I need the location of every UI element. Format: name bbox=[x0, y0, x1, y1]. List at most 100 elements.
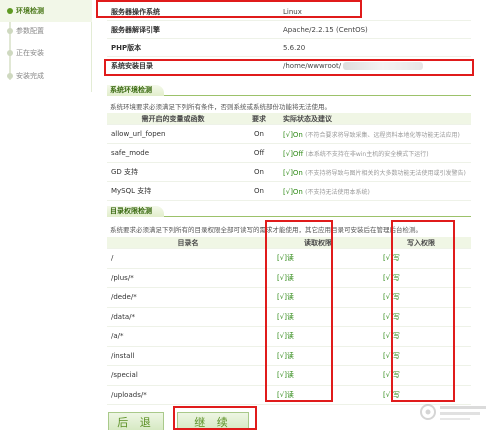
col-header: 读取权限 bbox=[304, 238, 332, 247]
install-dir-label: 系统安装目录 bbox=[111, 61, 153, 70]
dir-write: [√]写 bbox=[383, 312, 400, 321]
env-name: GD 支持 bbox=[111, 168, 139, 176]
dir-write: [√]写 bbox=[383, 351, 400, 360]
col-header: 目录名 bbox=[177, 238, 199, 247]
dir-check-title: 目录权限检测 bbox=[107, 206, 164, 217]
dir-write: [√]写 bbox=[383, 273, 400, 282]
env-note: (不支持将导致与图片相关的大多数功能无法使用或引发警告) bbox=[305, 169, 466, 177]
install-dir-value-cell: /home/wwwroot/ bbox=[279, 61, 469, 70]
dir-name: /uploads/* bbox=[111, 390, 147, 399]
step-label: 参数配置 bbox=[16, 27, 44, 35]
dir-write: [√]写 bbox=[383, 390, 400, 399]
step-dot-icon bbox=[7, 8, 13, 14]
table-row: /plus/* [√]读 [√]写 bbox=[107, 269, 471, 288]
dir-read: [√]读 bbox=[277, 390, 294, 399]
table-row: /uploads/* [√]读 [√]写 bbox=[107, 386, 471, 405]
redacted-path-blur bbox=[343, 61, 424, 70]
server-info-table: 服务器操作系统 Linux 服务器解译引擎 Apache/2.2.15 (Cen… bbox=[107, 3, 471, 75]
env-status-cell: [√]Off (本系统不支持在非win主机的安全模式下运行) bbox=[279, 149, 469, 158]
table-row: PHP版本 5.6.20 bbox=[107, 39, 471, 57]
dir-name: /data/* bbox=[111, 312, 135, 321]
server-engine-label: 服务器解译引擎 bbox=[111, 25, 160, 34]
env-req: On bbox=[254, 187, 264, 195]
table-row: GD 支持 On [√]On (不支持将导致与图片相关的大多数功能无法使用或引发… bbox=[107, 163, 471, 182]
watermark-logo-icon bbox=[420, 404, 486, 420]
table-header-row: 目录名 读取权限 写入权限 bbox=[107, 237, 471, 249]
install-steps-sidebar: 环境检测 参数配置 正在安装 安装完成 bbox=[0, 0, 92, 92]
table-header-row: 需开启的变量或函数 要求 实际状态及建议 bbox=[107, 113, 471, 125]
table-row: MySQL 支持 On [√]On (不支持无法使用本系统) bbox=[107, 182, 471, 201]
env-check-table: 需开启的变量或函数 要求 实际状态及建议 allow_url_fopen On … bbox=[107, 113, 471, 201]
env-status: [√]Off bbox=[283, 149, 304, 158]
table-row: allow_url_fopen On [√]On (不符合要求将导致采集、远程资… bbox=[107, 125, 471, 144]
table-row: / [√]读 [√]写 bbox=[107, 249, 471, 269]
table-row: 服务器操作系统 Linux bbox=[107, 3, 471, 21]
env-status: [√]On bbox=[283, 168, 303, 177]
env-name: safe_mode bbox=[111, 149, 150, 157]
step-label: 环境检测 bbox=[16, 7, 44, 15]
env-check-header: 系统环境检测 bbox=[107, 85, 471, 96]
env-req: Off bbox=[253, 149, 265, 157]
step-complete[interactable]: 安装完成 bbox=[0, 65, 92, 87]
col-header: 需开启的变量或函数 bbox=[141, 114, 205, 123]
back-button[interactable]: 后 退 bbox=[108, 412, 164, 430]
env-note: (不支持无法使用本系统) bbox=[305, 188, 370, 196]
dir-read: [√]读 bbox=[277, 273, 294, 282]
php-version-value: 5.6.20 bbox=[283, 43, 306, 52]
env-status-cell: [√]On (不支持无法使用本系统) bbox=[279, 187, 469, 196]
server-os-value: Linux bbox=[283, 7, 302, 16]
dir-name: /install bbox=[111, 351, 135, 360]
env-check-title: 系统环境检测 bbox=[107, 85, 164, 96]
dir-check-header: 目录权限检测 bbox=[107, 206, 471, 217]
table-row: 服务器解译引擎 Apache/2.2.15 (CentOS) bbox=[107, 21, 471, 39]
col-header: 写入权限 bbox=[407, 238, 435, 247]
table-row: /data/* [√]读 [√]写 bbox=[107, 308, 471, 327]
table-row: /install [√]读 [√]写 bbox=[107, 347, 471, 366]
env-note: (本系统不支持在非win主机的安全模式下运行) bbox=[305, 150, 429, 158]
table-row: /a/* [√]读 [√]写 bbox=[107, 327, 471, 347]
env-note: (不符合要求将导致采集、远程资料本地化等功能无法应用) bbox=[305, 131, 460, 139]
table-row: /dede/* [√]读 [√]写 bbox=[107, 288, 471, 308]
env-status: [√]On bbox=[283, 187, 303, 196]
php-version-label: PHP版本 bbox=[111, 43, 142, 52]
dir-write: [√]写 bbox=[383, 371, 400, 380]
step-dot-icon bbox=[7, 73, 13, 79]
dir-read: [√]读 bbox=[277, 293, 294, 302]
dir-read: [√]读 bbox=[277, 351, 294, 360]
dir-read: [√]读 bbox=[277, 312, 294, 321]
step-env-check[interactable]: 环境检测 bbox=[0, 0, 92, 22]
dir-name: /special bbox=[111, 371, 138, 380]
env-status-cell: [√]On (不支持将导致与图片相关的大多数功能无法使用或引发警告) bbox=[279, 168, 469, 177]
col-header: 实际状态及建议 bbox=[283, 114, 332, 123]
step-dot-icon bbox=[7, 50, 13, 56]
env-req: On bbox=[254, 130, 264, 138]
dir-write: [√]写 bbox=[383, 293, 400, 302]
env-req: On bbox=[254, 168, 264, 176]
env-name: allow_url_fopen bbox=[111, 130, 166, 138]
step-label: 正在安装 bbox=[16, 49, 44, 57]
table-row: safe_mode Off [√]Off (本系统不支持在非win主机的安全模式… bbox=[107, 144, 471, 163]
dir-name: /a/* bbox=[111, 332, 124, 341]
dir-write: [√]写 bbox=[383, 332, 400, 341]
server-os-label: 服务器操作系统 bbox=[111, 7, 160, 16]
continue-button[interactable]: 继 续 bbox=[177, 412, 249, 430]
dir-read: [√]读 bbox=[277, 332, 294, 341]
env-check-desc: 系统环境要求必须满足下列所有条件，否则系统或系统部份功能将无法使用。 bbox=[110, 103, 331, 111]
dir-check-table: 目录名 读取权限 写入权限 / [√]读 [√]写 /plus/* [√]读 [… bbox=[107, 237, 471, 405]
env-status-cell: [√]On (不符合要求将导致采集、远程资料本地化等功能无法应用) bbox=[279, 130, 469, 139]
env-status: [√]On bbox=[283, 130, 303, 139]
table-row: 系统安装目录 /home/wwwroot/ bbox=[107, 57, 471, 75]
step-label: 安装完成 bbox=[16, 72, 44, 80]
col-header: 要求 bbox=[252, 114, 266, 123]
dir-name: /dede/* bbox=[111, 293, 137, 302]
env-name: MySQL 支持 bbox=[111, 187, 152, 195]
step-dot-icon bbox=[7, 28, 13, 34]
step-installing[interactable]: 正在安装 bbox=[0, 42, 92, 64]
dir-write: [√]写 bbox=[383, 254, 400, 263]
dir-read: [√]读 bbox=[277, 371, 294, 380]
dir-read: [√]读 bbox=[277, 254, 294, 263]
dir-check-desc: 系统要求必须满足下列所有的目录权限全部可读写的需求才能使用，其它应用目录可安装后… bbox=[110, 226, 422, 234]
table-row: /special [√]读 [√]写 bbox=[107, 366, 471, 386]
dir-name: /plus/* bbox=[111, 273, 134, 282]
step-config[interactable]: 参数配置 bbox=[0, 20, 92, 42]
